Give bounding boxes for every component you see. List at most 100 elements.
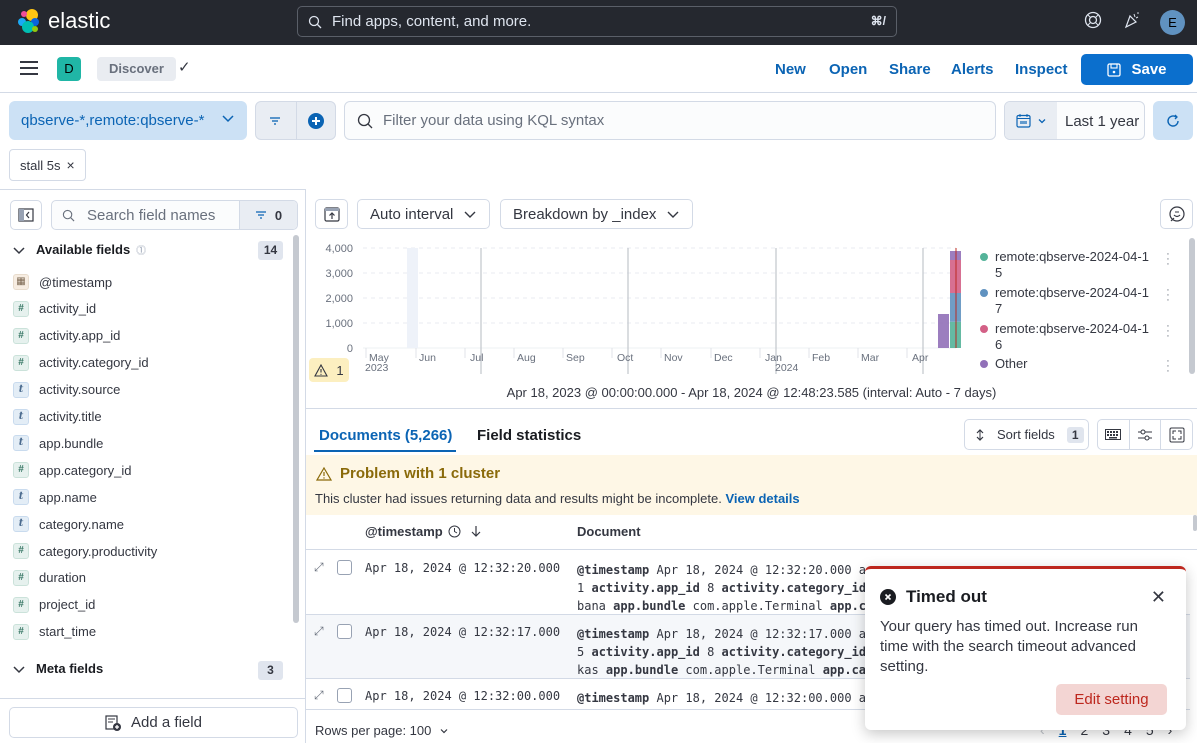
sort-descending-icon[interactable]	[470, 525, 482, 538]
keyboard-shortcuts-button[interactable]	[1098, 420, 1130, 449]
user-avatar[interactable]: E	[1160, 10, 1185, 35]
field-item[interactable]: # app.category_id	[13, 460, 132, 480]
field-item[interactable]: t app.name	[13, 487, 97, 507]
legend-color-dot	[980, 253, 988, 261]
elastic-logo[interactable]: elastic	[16, 8, 110, 34]
field-type-filter-button[interactable]: 0	[239, 201, 297, 229]
close-icon[interactable]: ×	[66, 157, 74, 173]
search-icon	[357, 113, 373, 128]
space-avatar[interactable]: D	[57, 57, 81, 81]
fullscreen-button[interactable]	[1161, 420, 1192, 449]
view-details-link[interactable]: View details	[725, 491, 799, 506]
inspect-link[interactable]: Inspect	[1015, 61, 1068, 78]
news-party-popper-icon[interactable]	[1121, 11, 1143, 33]
edit-setting-button[interactable]: Edit setting	[1056, 684, 1167, 715]
field-name: @timestamp	[39, 274, 113, 290]
legend-item-menu-icon[interactable]: · · ·	[1163, 249, 1173, 270]
row-document: @timestamp Apr 18, 2024 @ 12:32:20.000 a…	[577, 563, 867, 613]
checkmark-icon: ✓	[178, 59, 191, 76]
quick-select-button[interactable]	[1005, 102, 1057, 139]
legend-item-menu-icon[interactable]: · · ·	[1163, 321, 1173, 342]
available-fields-title: Available fields	[36, 242, 131, 257]
row-checkbox[interactable]	[337, 560, 352, 575]
field-item[interactable]: # activity_id	[13, 299, 96, 319]
expand-row-icon[interactable]: ⤢	[314, 688, 324, 703]
rows-per-page-dropdown[interactable]: Rows per page: 100	[315, 723, 449, 738]
info-icon[interactable]: ⓵	[136, 242, 146, 257]
field-item[interactable]: # activity.category_id	[13, 353, 149, 373]
row-checkbox[interactable]	[337, 688, 352, 703]
new-link[interactable]: New	[775, 61, 806, 78]
grid-scrollbar[interactable]	[1193, 515, 1197, 531]
legend-label: remote:qbserve-2024-04-17	[995, 285, 1149, 316]
chart-options-button[interactable]	[315, 199, 348, 229]
collapse-sidebar-button[interactable]	[10, 200, 42, 230]
expand-row-icon[interactable]: ⤢	[314, 560, 324, 575]
data-view-picker[interactable]: qbserve-*,remote:qbserve-*	[9, 101, 247, 140]
bar-segment	[938, 314, 949, 348]
filter-count: 0	[274, 207, 283, 223]
row-checkbox[interactable]	[337, 624, 352, 639]
date-range-label[interactable]: Last 1 year	[1065, 113, 1139, 130]
meta-fields-toggle[interactable]: Meta fields	[12, 661, 103, 676]
global-search-placeholder: Find apps, content, and more.	[332, 13, 532, 30]
chart-ai-assistant-button[interactable]	[1160, 199, 1193, 229]
refresh-button[interactable]	[1153, 101, 1193, 140]
kql-query-input[interactable]	[383, 112, 943, 129]
alerts-link[interactable]: Alerts	[951, 61, 994, 78]
field-item[interactable]: t category.name	[13, 514, 124, 534]
interval-dropdown[interactable]: Auto interval	[357, 199, 491, 229]
help-lifebuoy-icon[interactable]	[1082, 11, 1104, 33]
field-item[interactable]: t activity.title	[13, 407, 102, 427]
field-item[interactable]: # start_time	[13, 622, 96, 642]
sidebar-scrollbar[interactable]	[293, 235, 299, 623]
save-button[interactable]: Save	[1081, 54, 1193, 85]
field-item[interactable]: # project_id	[13, 595, 95, 615]
sort-fields-button[interactable]: Sort fields 1	[964, 419, 1089, 450]
hamburger-menu-icon[interactable]	[20, 61, 38, 75]
error-circle-icon	[880, 589, 896, 605]
legend-item-menu-icon[interactable]: · · ·	[1163, 356, 1173, 377]
x-tick-label: Feb	[812, 352, 830, 364]
add-field-button[interactable]: Add a field	[9, 707, 298, 738]
legend-item[interactable]: remote:qbserve-2024-04-17	[978, 285, 1158, 317]
expand-row-icon[interactable]: ⤢	[314, 624, 324, 639]
sliders-icon	[1138, 429, 1152, 440]
warning-icon	[316, 466, 332, 481]
add-filter-plus-icon[interactable]	[307, 112, 325, 135]
breakdown-dropdown[interactable]: Breakdown by _index	[500, 199, 694, 229]
y-tick-label: 0	[347, 343, 353, 355]
tab-field-statistics[interactable]: Field statistics	[477, 427, 581, 444]
global-search-input[interactable]: Find apps, content, and more. ⌘/	[297, 6, 897, 37]
data-view-label: qbserve-*,remote:qbserve-*	[21, 112, 205, 129]
field-search-input[interactable]	[87, 206, 227, 224]
field-item[interactable]: # activity.app_id	[13, 326, 120, 346]
legend-item[interactable]: remote:qbserve-2024-04-15	[978, 249, 1158, 281]
sort-fields-label: Sort fields	[997, 427, 1055, 442]
legend-item[interactable]: remote:qbserve-2024-04-16	[978, 321, 1158, 353]
column-header-timestamp[interactable]: @timestamp	[365, 524, 482, 539]
legend-item-menu-icon[interactable]: · · ·	[1163, 285, 1173, 306]
field-item[interactable]: # duration	[13, 568, 86, 588]
display-settings-button[interactable]	[1130, 420, 1162, 449]
chart-warning-badge[interactable]: 1	[309, 358, 349, 382]
open-link[interactable]: Open	[829, 61, 867, 78]
share-link[interactable]: Share	[889, 61, 931, 78]
rows-per-page-label: Rows per page: 100	[315, 723, 432, 738]
field-item[interactable]: # category.productivity	[13, 541, 157, 561]
field-item[interactable]: t app.bundle	[13, 433, 103, 453]
chevron-down-icon	[667, 211, 679, 218]
close-icon[interactable]: ✕	[1151, 587, 1166, 608]
tab-documents[interactable]: Documents (5,266)	[319, 427, 452, 444]
legend-item[interactable]: Other	[978, 356, 1158, 372]
breadcrumb-discover[interactable]: Discover	[97, 57, 176, 81]
filter-pill[interactable]: stall 5s ×	[9, 149, 86, 181]
available-fields-toggle[interactable]: Available fields ⓵	[12, 242, 146, 257]
field-item[interactable]: t activity.source	[13, 380, 120, 400]
legend-scrollbar[interactable]	[1189, 238, 1195, 374]
column-header-document[interactable]: Document	[577, 524, 641, 539]
field-name: app.category_id	[39, 462, 132, 478]
field-item[interactable]: ▦ @timestamp	[13, 272, 112, 292]
save-label: Save	[1131, 61, 1167, 78]
filter-menu-icon[interactable]	[268, 114, 282, 132]
